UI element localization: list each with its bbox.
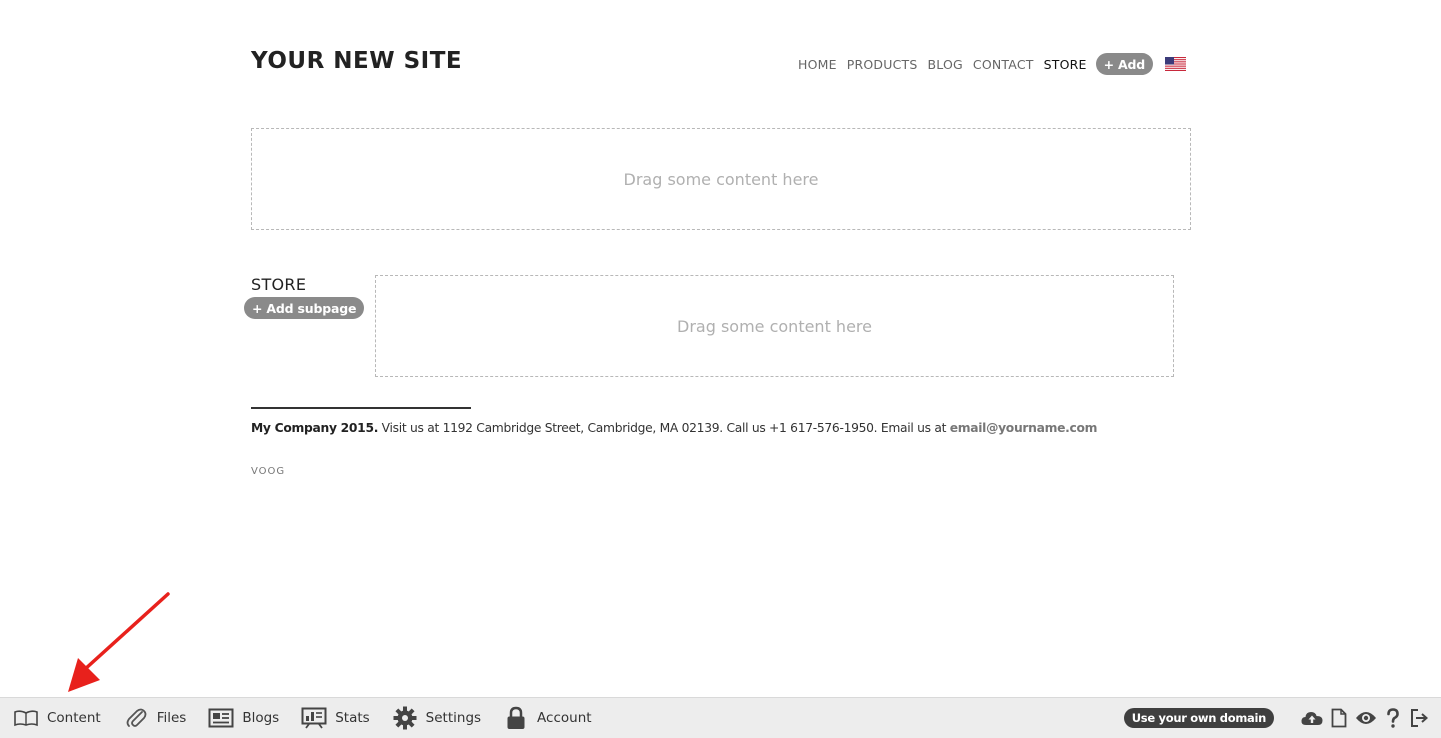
page-icon[interactable] [1328,707,1350,729]
site-title[interactable]: YOUR NEW SITE [251,48,462,74]
toolbar-content-button[interactable]: Content [13,698,101,738]
footer-info: Visit us at 1192 Cambridge Street, Cambr… [378,421,950,435]
content-dropzone[interactable]: Drag some content here [251,128,1191,230]
toolbar-stats-label: Stats [335,710,370,726]
footer-company: My Company 2015. [251,421,379,435]
voog-logo[interactable]: VOOG [251,466,285,477]
nav-item-home[interactable]: HOME [798,57,837,72]
cloud-upload-icon[interactable] [1301,707,1323,729]
annotation-arrow-icon [68,592,170,692]
nav-item-store[interactable]: STORE [1044,57,1087,72]
gear-icon [392,706,418,730]
dropzone-hint: Drag some content here [623,169,819,189]
toolbar-account-label: Account [537,710,592,726]
toolbar-stats-button[interactable]: Stats [301,698,370,738]
add-subpage-button[interactable]: + Add subpage [244,297,365,319]
toolbar-content-label: Content [47,710,101,726]
store-dropzone[interactable]: Drag some content here [375,275,1174,377]
nav-item-contact[interactable]: CONTACT [973,57,1034,72]
toolbar-blogs-label: Blogs [242,710,280,726]
newspaper-icon [208,706,234,730]
nav-item-blog[interactable]: BLOG [927,57,962,72]
us-flag-icon[interactable] [1165,57,1186,71]
add-page-button[interactable]: + Add [1095,53,1153,75]
footer-divider [251,407,471,409]
use-own-domain-button[interactable]: Use your own domain [1123,708,1274,728]
book-icon [13,706,39,730]
main-nav: HOME PRODUCTS BLOG CONTACT STORE + Add [798,53,1186,75]
editor-toolbar: Content Files Blogs Stats Settings Accou… [0,697,1441,738]
nav-item-products[interactable]: PRODUCTS [847,57,918,72]
help-icon[interactable] [1382,707,1404,729]
dropzone-hint: Drag some content here [677,316,872,336]
paperclip-icon [123,706,149,730]
toolbar-settings-button[interactable]: Settings [392,698,481,738]
store-title: STORE [251,275,307,294]
toolbar-blogs-button[interactable]: Blogs [208,698,279,738]
eye-icon[interactable] [1355,707,1377,729]
footer-text[interactable]: My Company 2015. Visit us at 1192 Cambri… [251,421,1098,435]
toolbar-settings-label: Settings [425,710,482,726]
logout-icon[interactable] [1409,707,1431,729]
toolbar-files-label: Files [156,710,187,726]
footer-email-link[interactable]: email@yourname.com [950,421,1098,435]
toolbar-files-button[interactable]: Files [123,698,187,738]
chart-icon [301,706,327,730]
toolbar-account-button[interactable]: Account [503,698,592,738]
toolbar-right: Use your own domain [1123,698,1431,738]
lock-icon [503,706,529,730]
